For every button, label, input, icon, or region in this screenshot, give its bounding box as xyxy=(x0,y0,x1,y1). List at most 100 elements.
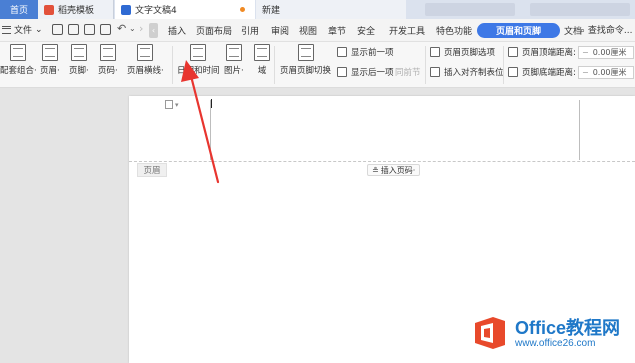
menu-view[interactable]: 视图 xyxy=(299,24,317,37)
field-label: 域 xyxy=(257,66,267,76)
header-line-button[interactable]: 页眉横线· xyxy=(127,44,164,76)
blurred-area xyxy=(425,3,515,16)
field-icon xyxy=(254,44,270,61)
menu-developer[interactable]: 开发工具 xyxy=(389,24,425,37)
tab-home[interactable]: 首页 xyxy=(0,0,38,19)
date-time-button[interactable]: 日期和时间 xyxy=(177,44,220,76)
menu-review[interactable]: 审阅 xyxy=(271,24,289,37)
page-number-icon: ≗ xyxy=(372,165,379,175)
field-button[interactable]: 域 xyxy=(254,44,270,76)
template-combo-button[interactable]: 配套组合· xyxy=(0,44,37,76)
watermark-title: Office教程网 xyxy=(515,317,621,338)
tab-new[interactable]: 新建 xyxy=(256,0,406,19)
header-line-icon xyxy=(137,44,154,61)
watermark: Office教程网 www.office26.com xyxy=(471,314,620,352)
decrement-icon[interactable]: − xyxy=(582,68,589,77)
switch-icon xyxy=(297,44,314,61)
margin-crop-mark xyxy=(579,100,580,160)
tab-new-label: 新建 xyxy=(262,6,281,16)
document-icon xyxy=(165,100,173,109)
ribbon-toolbar: 配套组合· 页眉· 页脚· 页码· 页眉横线· 日期和时间 图片· 域 页眉页脚… xyxy=(0,42,635,88)
show-previous-label: 显示前一项 xyxy=(351,48,394,58)
tab-home-label: 首页 xyxy=(9,6,28,16)
footer-icon xyxy=(70,44,87,61)
insert-page-number-button[interactable]: ≗ 插入页码· xyxy=(367,164,421,176)
calendar-icon xyxy=(190,44,207,61)
hamburger-icon xyxy=(2,25,11,34)
redo-icon[interactable]: › xyxy=(139,22,143,35)
text-cursor xyxy=(211,99,212,108)
blurred-area xyxy=(530,3,630,16)
tab-docer-label: 稻壳模板 xyxy=(58,6,95,16)
watermark-url: www.office26.com xyxy=(515,337,596,349)
menu-insert[interactable]: 插入 xyxy=(168,24,186,37)
tab-bar: 首页 稻壳模板 文字文稿4 新建 xyxy=(0,0,635,19)
footer-button[interactable]: 页脚· xyxy=(69,44,89,76)
picture-button[interactable]: 图片· xyxy=(224,44,244,76)
page-number-button[interactable]: 页码· xyxy=(98,44,118,76)
footer-distance-icon xyxy=(508,67,518,77)
picture-label: 图片· xyxy=(224,66,244,76)
undo-icon[interactable]: ↶ xyxy=(117,22,126,35)
header-footer-options-button[interactable]: 页眉页脚选项 xyxy=(430,46,495,58)
template-combo-label: 配套组合· xyxy=(0,66,37,76)
same-as-previous-button[interactable]: 同前节 xyxy=(395,66,421,78)
chevron-down-icon: ⌄ xyxy=(35,24,43,35)
tab-stop-icon xyxy=(430,67,440,77)
insert-page-number-label: 插入页码· xyxy=(380,165,416,175)
footer-bottom-distance-input[interactable]: − 0.00厘米 xyxy=(578,66,634,79)
export-icon[interactable] xyxy=(68,24,79,35)
date-time-label: 日期和时间 xyxy=(177,66,220,76)
header-label: 页眉· xyxy=(40,66,60,76)
menu-header-footer[interactable]: 页眉和页脚 xyxy=(477,23,560,38)
tab-docer-templates[interactable]: 稻壳模板 xyxy=(38,0,114,19)
undo-dropdown-icon[interactable]: ⌄ xyxy=(129,24,136,33)
footer-bottom-distance-text: 页脚底端距离: xyxy=(522,68,576,78)
print-preview-icon[interactable] xyxy=(100,24,111,35)
save-icon[interactable] xyxy=(52,24,63,35)
decrement-icon[interactable]: − xyxy=(582,48,589,57)
options-icon xyxy=(430,47,440,57)
header-icon xyxy=(41,44,58,61)
same-as-previous-label: 同前节 xyxy=(395,68,421,78)
page-number-label: 页码· xyxy=(98,66,118,76)
prev-icon xyxy=(337,47,347,57)
file-menu-button[interactable]: 文件 ⌄ xyxy=(2,23,43,36)
scroll-left-button[interactable]: ‹ xyxy=(149,23,158,38)
menu-page-layout[interactable]: 页面布局 xyxy=(196,24,232,37)
picture-icon xyxy=(225,44,242,61)
file-menu-label: 文件 xyxy=(14,26,33,36)
insert-tab-stop-label: 插入对齐制表位 xyxy=(444,68,504,78)
header-area-label: 页眉 xyxy=(137,163,167,177)
header-line-label: 页眉横线· xyxy=(127,66,164,76)
footer-label: 页脚· xyxy=(69,66,89,76)
header-options-toggle[interactable]: ▾ xyxy=(165,100,179,109)
next-icon xyxy=(337,67,347,77)
header-top-distance-label: 页眉顶端距离: xyxy=(508,46,576,58)
menu-bar: 文件 ⌄ ↶ ⌄ › ‹ 插入 页面布局 引用 审阅 视图 章节 安全 开发工具… xyxy=(0,19,635,42)
search-label: 查找命令... xyxy=(587,26,633,36)
print-icon[interactable] xyxy=(84,24,95,35)
unsaved-indicator-icon xyxy=(240,7,245,12)
header-top-distance-text: 页眉顶端距离: xyxy=(522,48,576,58)
show-previous-button[interactable]: 显示前一项 xyxy=(337,46,394,58)
header-top-distance-input[interactable]: − 0.00厘米 xyxy=(578,46,634,59)
menu-special-features[interactable]: 特色功能 xyxy=(436,24,472,37)
ribbon-divider xyxy=(425,46,426,84)
header-button[interactable]: 页眉· xyxy=(40,44,60,76)
menu-references[interactable]: 引用 xyxy=(241,24,259,37)
switch-header-footer-label: 页眉页脚切换 xyxy=(280,66,332,76)
menu-security[interactable]: 安全 xyxy=(357,24,375,37)
show-next-button[interactable]: 显示后一项 xyxy=(337,66,394,78)
menu-chapter[interactable]: 章节 xyxy=(328,24,346,37)
header-distance-icon xyxy=(508,47,518,57)
chevron-down-icon: ▾ xyxy=(175,100,179,109)
insert-tab-stop-button[interactable]: 插入对齐制表位 xyxy=(430,66,504,78)
command-search[interactable]: ⌕ 查找命令... xyxy=(580,23,633,36)
template-combo-icon xyxy=(10,44,27,61)
office-logo-icon xyxy=(475,317,505,349)
page-number-icon xyxy=(99,44,116,61)
tab-document[interactable]: 文字文稿4 xyxy=(115,0,255,19)
header-footer-options-label: 页眉页脚选项 xyxy=(444,48,496,58)
switch-header-footer-button[interactable]: 页眉页脚切换 xyxy=(280,44,331,76)
